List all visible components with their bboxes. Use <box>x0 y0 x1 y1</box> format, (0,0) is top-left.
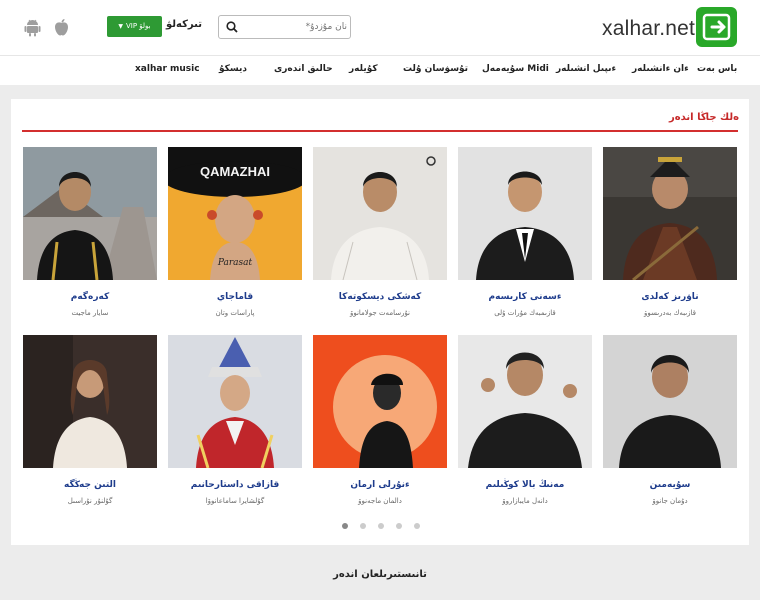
pagination-dot[interactable] <box>396 523 402 529</box>
song-title[interactable]: قاماجاي <box>168 292 302 302</box>
logo-icon[interactable] <box>696 7 737 47</box>
song-artist[interactable]: پاراسات وتان <box>168 309 302 317</box>
song-title[interactable]: ناۋرىز كەلدى <box>603 292 737 302</box>
song-title[interactable]: سۇيەمىن <box>603 480 737 490</box>
nav-item-midi[interactable]: سۇيەمەل Midi <box>482 64 549 74</box>
song-cover[interactable] <box>168 335 302 468</box>
song-title[interactable]: ءنۇرلى ارمان <box>313 480 447 490</box>
new-songs-section: ەلك جاڭا اندەر ناۋرىز كەلدى قازىبەك بەدر… <box>11 99 749 545</box>
song-cover[interactable] <box>313 335 447 468</box>
login-link[interactable]: تىركەلۋ <box>166 19 202 30</box>
nav-item-home[interactable]: باس بەت <box>697 64 737 74</box>
song-artist[interactable]: دانەل مايبازاروۆ <box>458 497 592 505</box>
nav-item-folk[interactable]: حالىق اندەرى <box>274 64 333 74</box>
nav-item-ethnic[interactable]: تۇسۋسان ۇلت <box>403 64 468 74</box>
search-input[interactable] <box>243 18 347 36</box>
song-cover[interactable] <box>23 147 157 280</box>
song-artist[interactable]: نۇرسامەت جولامانوۆ <box>313 309 447 317</box>
search-box[interactable] <box>218 15 351 39</box>
song-artist[interactable]: دۇمان جانوۆ <box>603 497 737 505</box>
nav-item-couple-singers[interactable]: ءىپىل انشىلەر <box>556 64 616 74</box>
song-card[interactable]: ناۋرىز كەلدى قازىبەك بەدرىسوۋ <box>603 147 737 327</box>
song-title[interactable]: مەنىڭ بالا كوڭىلىم <box>458 480 592 490</box>
nav-item-singers[interactable]: ءان ءانشىلەر <box>632 64 689 74</box>
song-card[interactable]: قازاقى داستارحانىم گۇلشايرا ساماعانوۆا <box>168 335 302 515</box>
search-icon[interactable] <box>226 21 238 33</box>
song-card[interactable]: كەرەگەم سايار ماجيت <box>23 147 157 327</box>
song-artist[interactable]: قازىمبەك مۇرات ۇلى <box>458 309 592 317</box>
song-artist[interactable]: قازىبەك بەدرىسوۋ <box>603 309 737 317</box>
pagination-dot[interactable] <box>378 523 384 529</box>
pagination-dot[interactable] <box>342 523 348 529</box>
site-header: xalhar.net تىركەلۋ ▼VIP بولۋ <box>0 0 760 55</box>
apple-icon[interactable] <box>53 18 70 37</box>
song-card[interactable]: مەنىڭ بالا كوڭىلىم دانەل مايبازاروۆ <box>458 335 592 515</box>
song-cover[interactable]: QAMAZHAI Parasat <box>168 147 302 280</box>
nav-item-kuy[interactable]: كۇيلەر <box>349 64 378 74</box>
song-card[interactable]: ءنۇرلى ارمان دالمان ماجەنوۆ <box>313 335 447 515</box>
song-title[interactable]: قازاقى داستارحانىم <box>168 480 302 490</box>
song-card[interactable]: ءسەنى كارىسەم قازىمبەك مۇرات ۇلى <box>458 147 592 327</box>
song-cover[interactable] <box>313 147 447 280</box>
vip-label: VIP بولۋ <box>125 22 151 30</box>
song-cover[interactable] <box>23 335 157 468</box>
song-artist[interactable]: دالمان ماجەنوۆ <box>313 497 447 505</box>
caret-down-icon: ▼ <box>118 23 123 30</box>
song-cover[interactable] <box>458 147 592 280</box>
nav-item-xalhar-music[interactable]: xalhar music <box>135 64 200 74</box>
pagination-dot[interactable] <box>414 523 420 529</box>
pagination-dot[interactable] <box>360 523 366 529</box>
section-divider <box>22 130 738 132</box>
vip-button[interactable]: ▼ VIP بولۋ <box>107 16 162 37</box>
section-title: ەلك جاڭا اندەر <box>668 112 739 123</box>
android-icon[interactable] <box>24 18 41 37</box>
song-artist[interactable]: سايار ماجيت <box>23 309 157 317</box>
song-title[interactable]: كەشكى ديسكوتەكا <box>313 292 447 302</box>
svg-text:Parasat: Parasat <box>217 258 253 268</box>
nav-item-disco[interactable]: ديسكۇ <box>219 64 247 74</box>
song-title[interactable]: ءسەنى كارىسەم <box>458 292 592 302</box>
song-artist[interactable]: گۇلشايرا ساماعانوۆا <box>168 497 302 505</box>
main-nav: باس بەت ءان ءانشىلەر ءىپىل انشىلەر سۇيەم… <box>0 55 760 85</box>
svg-text:QAMAZHAI: QAMAZHAI <box>200 164 270 179</box>
song-card[interactable]: كەشكى ديسكوتەكا نۇرسامەت جولامانوۆ <box>313 147 447 327</box>
logo-text[interactable]: xalhar.net <box>602 17 695 41</box>
song-card[interactable]: سۇيەمىن دۇمان جانوۆ <box>603 335 737 515</box>
song-card[interactable]: QAMAZHAI Parasat قاماجاي پاراسات وتان <box>168 147 302 327</box>
song-cover[interactable] <box>603 335 737 468</box>
song-cover[interactable] <box>603 147 737 280</box>
song-artist[interactable]: گۇلنۇر نۇراسىل <box>23 497 157 505</box>
song-title[interactable]: التىن جەڭگە <box>23 480 157 490</box>
song-card[interactable]: التىن جەڭگە گۇلنۇر نۇراسىل <box>23 335 157 515</box>
song-cover[interactable] <box>458 335 592 468</box>
song-title[interactable]: كەرەگەم <box>23 292 157 302</box>
featured-section-title: تانىستىرىلعان اندەر <box>333 569 427 580</box>
